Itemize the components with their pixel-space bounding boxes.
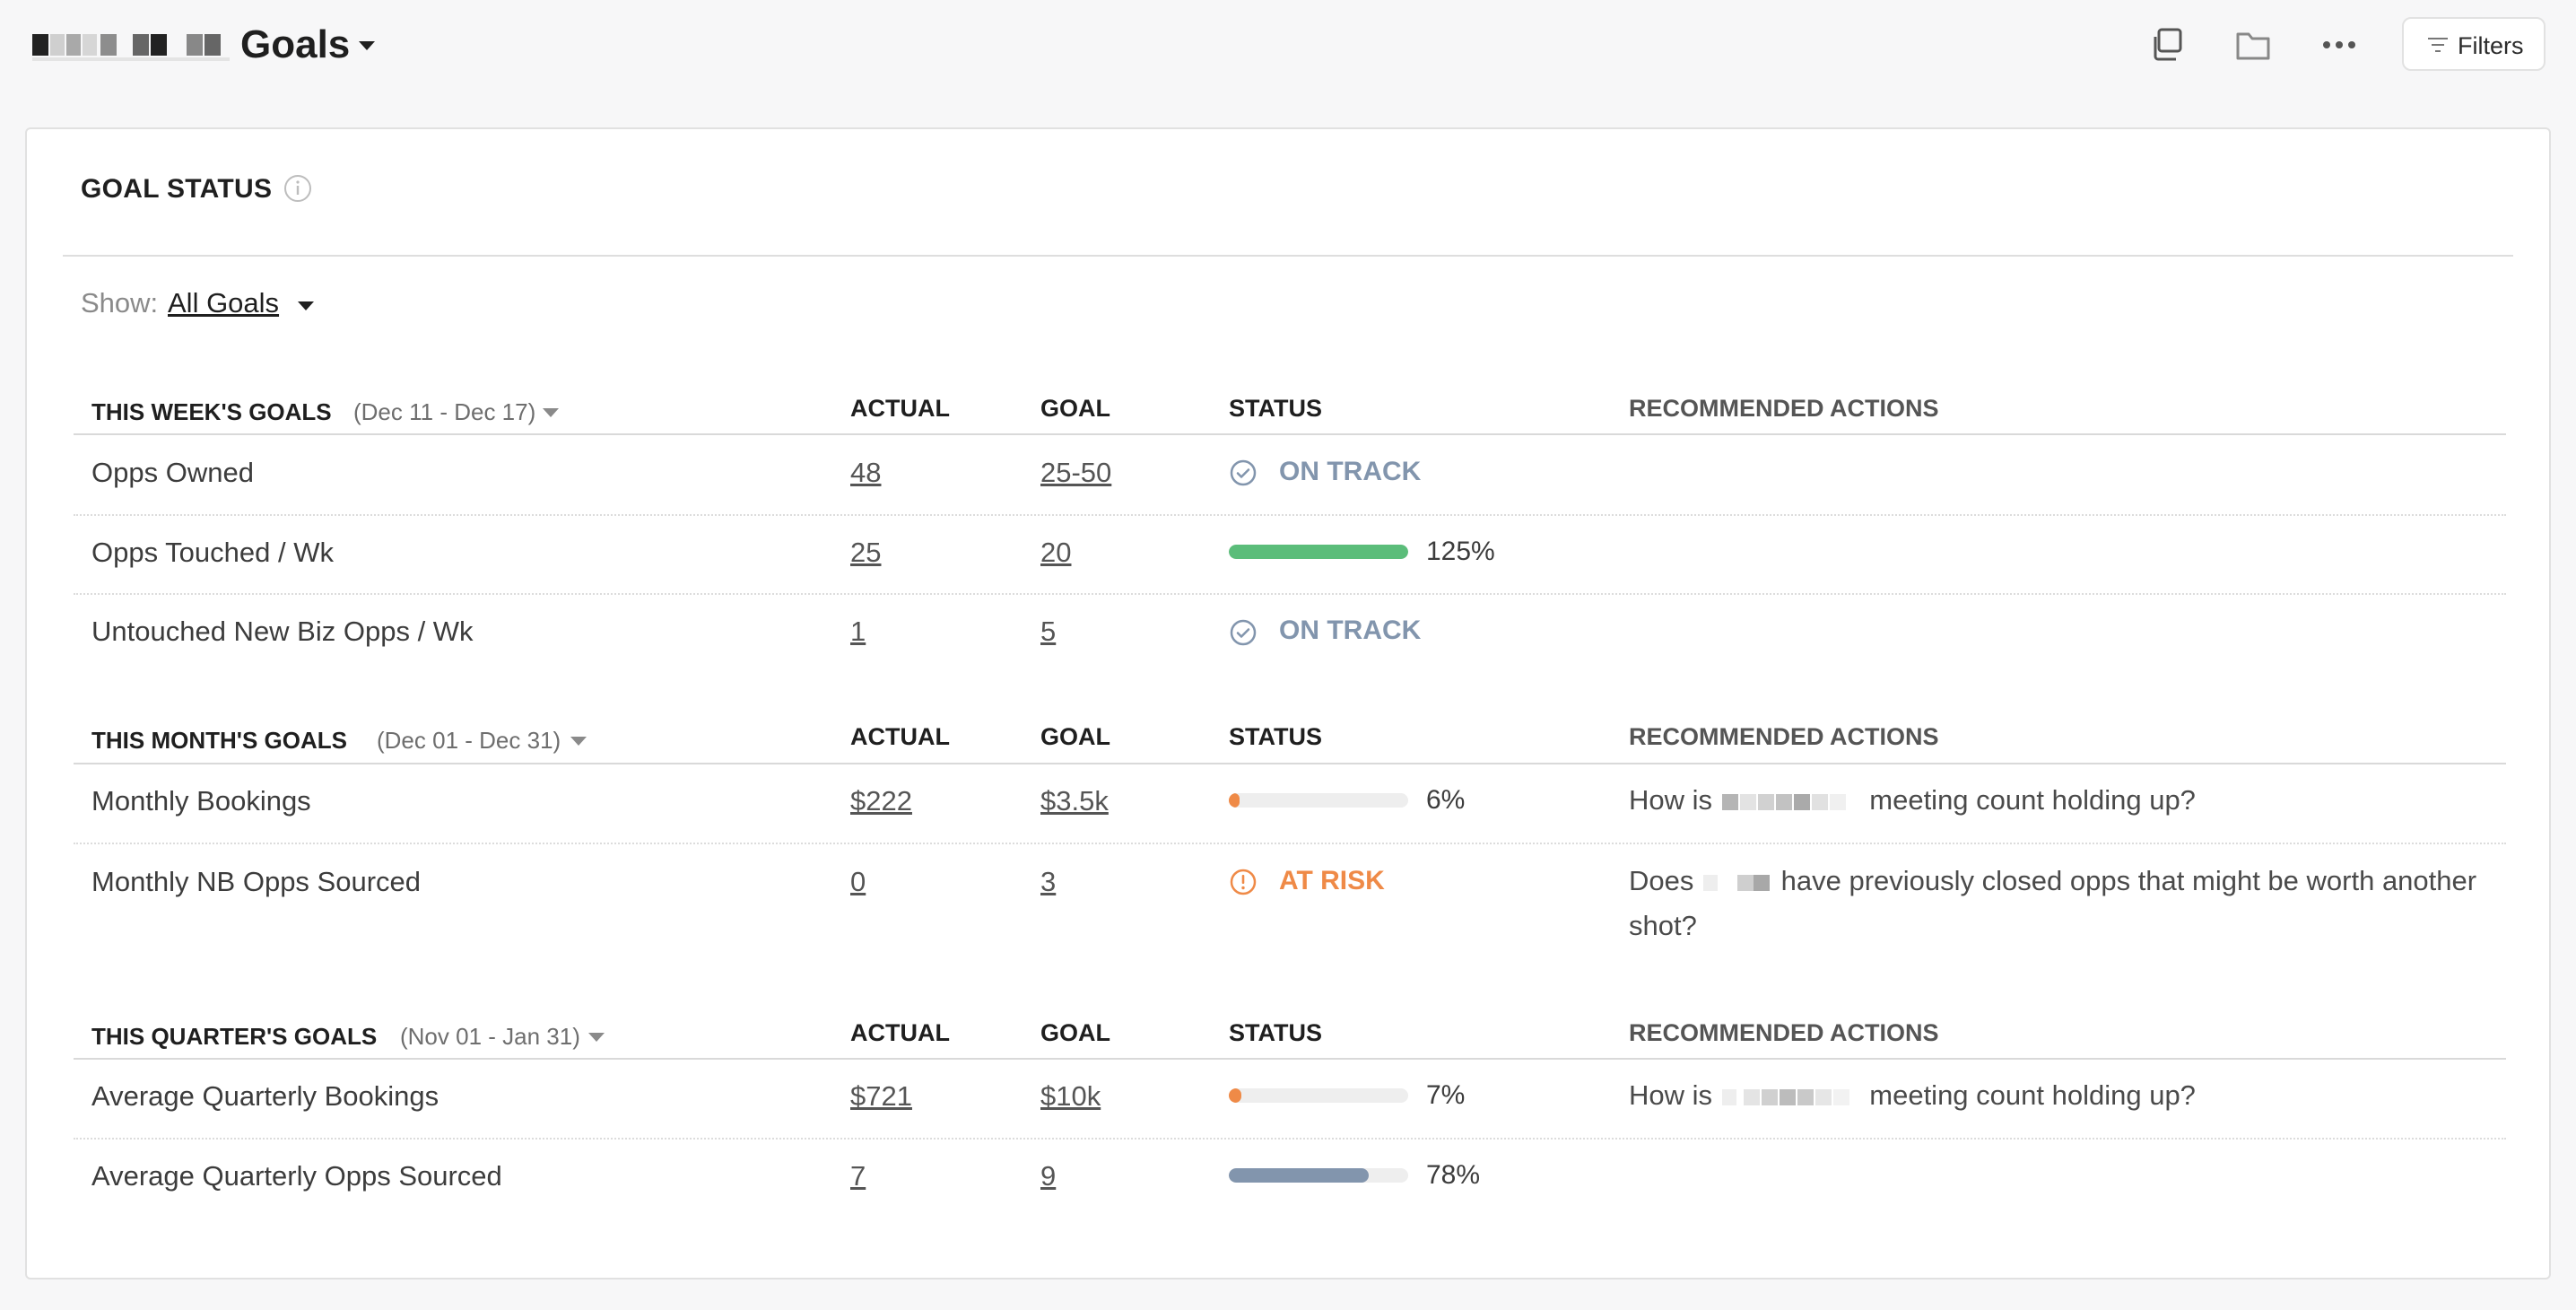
recommended-action-text: How is [1629, 784, 1713, 816]
redacted-user-name [32, 34, 230, 61]
goal-status-card: GOAL STATUS Show: All Goals THIS WEEK'S … [25, 127, 2551, 1279]
goal-name: Average Quarterly Opps Sourced [91, 1160, 502, 1192]
info-icon[interactable] [283, 174, 312, 203]
progress-bar-fill [1229, 545, 1408, 559]
alert-circle-icon [1230, 869, 1257, 895]
recommended-action-text: have previously closed opps that might b… [1780, 865, 2477, 896]
goal-value-link[interactable]: 9 [1040, 1160, 1056, 1192]
show-dropdown-caret-icon[interactable] [298, 301, 314, 310]
col-actual: ACTUAL [850, 395, 950, 422]
status-at-risk: AT RISK [1279, 866, 1385, 895]
status-on-track: ON TRACK [1279, 457, 1422, 486]
section-range-week: (Dec 11 - Dec 17) [353, 398, 536, 425]
col-recommended-actions: RECOMMENDED ACTIONS [1629, 1019, 1939, 1046]
actual-value-link[interactable]: 0 [850, 866, 866, 898]
actual-value-link[interactable]: 7 [850, 1160, 866, 1192]
actual-value-link[interactable]: $721 [850, 1080, 912, 1113]
redacted-name [1720, 793, 1862, 810]
row-divider [74, 514, 2506, 516]
row-divider [74, 593, 2506, 595]
recommended-action[interactable]: How is meeting count holding up? [1629, 1073, 2196, 1118]
section-range-caret-icon[interactable] [588, 1033, 605, 1042]
page-title[interactable]: Goals [240, 16, 350, 74]
more-icon[interactable] [2319, 25, 2359, 65]
col-goal: GOAL [1040, 723, 1110, 750]
col-status: STATUS [1229, 1019, 1322, 1046]
row-divider [74, 843, 2506, 844]
recommended-action-text: meeting count holding up? [1869, 1079, 2196, 1111]
progress-bar-fill [1229, 1088, 1241, 1103]
progress-bar [1229, 793, 1408, 808]
section-range-quarter: (Nov 01 - Jan 31) [400, 1023, 580, 1050]
row-divider [74, 1138, 2506, 1140]
col-recommended-actions: RECOMMENDED ACTIONS [1629, 395, 1939, 422]
goal-name: Monthly NB Opps Sourced [91, 866, 422, 897]
section-title-week: THIS WEEK'S GOALS [91, 398, 332, 425]
title-dropdown-caret-icon[interactable] [359, 41, 375, 50]
section-range-month: (Dec 01 - Dec 31) [377, 727, 561, 754]
section-title-quarter: THIS QUARTER'S GOALS [91, 1023, 378, 1050]
recommended-action[interactable]: How is meeting count holding up? [1629, 778, 2196, 823]
redacted-name [1701, 874, 1773, 891]
filters-label: Filters [2458, 32, 2524, 59]
section-divider [74, 763, 2506, 764]
card-title: GOAL STATUS [81, 174, 273, 204]
actual-value-link[interactable]: 25 [850, 537, 881, 569]
filter-icon [2428, 38, 2448, 52]
section-range-caret-icon[interactable] [543, 408, 559, 417]
progress-bar [1229, 1088, 1408, 1103]
goal-value-link[interactable]: 3 [1040, 866, 1056, 898]
folder-icon[interactable] [2233, 25, 2273, 65]
progress-bar [1229, 545, 1408, 559]
col-goal: GOAL [1040, 1019, 1110, 1046]
actual-value-link[interactable]: 48 [850, 457, 881, 489]
card-divider [63, 255, 2513, 257]
show-filter-dropdown[interactable]: All Goals [168, 287, 279, 319]
progress-bar [1229, 1168, 1408, 1183]
recommended-action-text: Does [1629, 865, 1694, 896]
goal-value-link[interactable]: 25-50 [1040, 457, 1111, 489]
show-label: Show: [81, 287, 159, 319]
goal-value-link[interactable]: $3.5k [1040, 785, 1109, 817]
progress-percent: 6% [1426, 785, 1466, 815]
section-divider [74, 433, 2506, 435]
goal-name: Monthly Bookings [91, 785, 311, 817]
col-status: STATUS [1229, 395, 1322, 422]
progress-bar-fill [1229, 793, 1240, 808]
progress-bar-fill [1229, 1168, 1369, 1183]
section-title-month: THIS MONTH'S GOALS [91, 727, 347, 754]
recommended-action[interactable]: Does have previously closed opps that mi… [1629, 859, 2476, 904]
col-actual: ACTUAL [850, 723, 950, 750]
section-divider [74, 1058, 2506, 1060]
col-goal: GOAL [1040, 395, 1110, 422]
progress-percent: 7% [1426, 1080, 1466, 1110]
progress-percent: 125% [1426, 537, 1495, 566]
top-header: Goals Filters [0, 0, 2576, 90]
status-on-track: ON TRACK [1279, 616, 1422, 645]
col-actual: ACTUAL [850, 1019, 950, 1046]
goal-name: Average Quarterly Bookings [91, 1080, 439, 1112]
check-circle-icon [1230, 459, 1257, 486]
recommended-action-text: How is [1629, 1079, 1713, 1111]
goal-name: Opps Owned [91, 457, 254, 488]
goal-value-link[interactable]: $10k [1040, 1080, 1101, 1113]
goal-value-link[interactable]: 20 [1040, 537, 1071, 569]
goal-name: Opps Touched / Wk [91, 537, 334, 568]
section-range-caret-icon[interactable] [570, 737, 587, 746]
recommended-action-text: meeting count holding up? [1869, 784, 2196, 816]
actual-value-link[interactable]: 1 [850, 616, 866, 648]
copy-icon[interactable] [2147, 25, 2187, 65]
filters-button[interactable]: Filters [2402, 17, 2546, 71]
progress-percent: 78% [1426, 1160, 1481, 1190]
col-status: STATUS [1229, 723, 1322, 750]
redacted-name [1720, 1088, 1862, 1105]
col-recommended-actions: RECOMMENDED ACTIONS [1629, 723, 1939, 750]
recommended-action-continued: shot? [1629, 910, 1697, 941]
check-circle-icon [1230, 619, 1257, 646]
goal-name: Untouched New Biz Opps / Wk [91, 616, 474, 647]
actual-value-link[interactable]: $222 [850, 785, 912, 817]
goal-value-link[interactable]: 5 [1040, 616, 1056, 648]
